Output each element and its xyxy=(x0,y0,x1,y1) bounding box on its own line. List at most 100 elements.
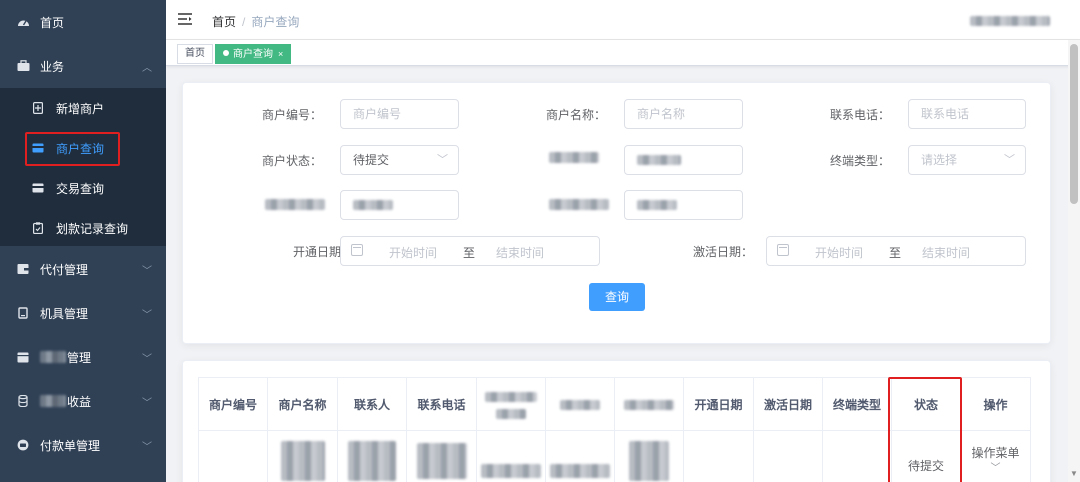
table-cell-redacted xyxy=(267,430,338,482)
tag-label: 商户查询 xyxy=(233,49,273,60)
sidebar-item-label: 新增商户 xyxy=(56,101,105,116)
table-cell-redacted xyxy=(337,430,407,482)
tag-label: 首页 xyxy=(185,48,205,59)
column-header-redacted xyxy=(545,377,615,431)
table-cell xyxy=(683,430,754,482)
redacted-text xyxy=(40,351,66,363)
query-button[interactable]: 查询 xyxy=(589,283,645,311)
sidebar: 首页 业务 ︿ 新增商户 商户查询 交易查询 划款记录查询 代付管理 ﹀ 机具管… xyxy=(0,0,166,482)
tag-home[interactable]: 首页 xyxy=(177,44,213,64)
status-label: 商户状态： xyxy=(261,154,322,168)
sidebar-item-income[interactable]: 收益 ﹀ xyxy=(0,379,166,423)
redacted-input[interactable] xyxy=(340,190,459,220)
column-header: 联系电话 xyxy=(406,377,477,431)
device-icon xyxy=(16,306,30,320)
chevron-down-icon: ﹀ xyxy=(437,154,448,166)
redacted-text xyxy=(40,395,66,407)
sidebar-item-label: 机具管理 xyxy=(40,306,89,321)
sidebar-item-label: 管理 xyxy=(67,350,92,365)
table-cell-redacted xyxy=(406,430,477,482)
chevron-down-icon: ﹀ xyxy=(142,265,152,277)
column-header: 联系人 xyxy=(337,377,407,431)
close-icon[interactable]: × xyxy=(278,49,283,59)
phone-input[interactable]: 联系电话 xyxy=(908,99,1026,129)
active-dot-icon xyxy=(223,50,229,56)
calendar-icon xyxy=(351,244,363,256)
breadcrumb: 首页 / 商户查询 xyxy=(212,13,299,30)
chevron-up-icon: ︿ xyxy=(142,62,152,74)
end-date-input[interactable]: 结束时间 xyxy=(496,244,544,261)
redacted-text xyxy=(637,200,677,210)
merchant-name-label: 商户名称： xyxy=(545,108,606,122)
merchant-no-label: 商户编号： xyxy=(261,108,322,122)
sidebar-item-add-merchant[interactable]: 新增商户 xyxy=(0,88,166,128)
top-navbar: 首页 / 商户查询 xyxy=(166,0,1080,40)
chevron-down-icon: ﹀ xyxy=(142,309,152,321)
table-cell xyxy=(198,430,268,482)
column-header: 操作 xyxy=(960,377,1031,431)
column-header: 开通日期 xyxy=(683,377,754,431)
ops-menu-button[interactable]: 操作菜单 xyxy=(971,446,1019,460)
open-date-label: 开通日期： xyxy=(292,245,353,259)
column-header: 商户名称 xyxy=(267,377,338,431)
folder-icon xyxy=(16,350,30,364)
redacted-input[interactable] xyxy=(624,145,743,175)
table-cell-redacted xyxy=(476,430,546,482)
column-header-redacted xyxy=(614,377,684,431)
sidebar-item-label: 业务 xyxy=(40,59,65,74)
chevron-down-icon: ﹀ xyxy=(142,353,152,365)
scroll-down-icon[interactable]: ▼ xyxy=(1070,469,1078,478)
breadcrumb-home[interactable]: 首页 xyxy=(212,15,236,29)
tags-view: 首页 商户查询 × xyxy=(166,40,1080,66)
clipboard-icon xyxy=(32,222,44,234)
chevron-down-icon: ﹀ xyxy=(1004,154,1015,166)
card-icon xyxy=(32,182,44,194)
page-scrollbar[interactable]: ▼ xyxy=(1068,40,1080,482)
sidebar-item-transaction-query[interactable]: 交易查询 xyxy=(0,168,166,208)
sidebar-item-business[interactable]: 业务 ︿ xyxy=(0,44,166,88)
menu-toggle-icon[interactable] xyxy=(178,13,192,25)
redacted-input[interactable] xyxy=(624,190,743,220)
activate-date-range[interactable]: 开始时间 至 结束时间 xyxy=(766,236,1026,266)
chevron-down-icon: ﹀ xyxy=(142,441,152,453)
activate-date-label: 激活日期： xyxy=(692,245,753,259)
merchant-no-input[interactable]: 商户编号 xyxy=(340,99,459,129)
sidebar-item-management[interactable]: 管理 ﹀ xyxy=(0,335,166,379)
range-separator: 至 xyxy=(463,246,476,260)
sidebar-item-payout[interactable]: 代付管理 ﹀ xyxy=(0,247,166,291)
ops-cell[interactable]: 操作菜单 ﹀ xyxy=(960,430,1031,482)
start-date-input[interactable]: 开始时间 xyxy=(389,244,437,261)
business-submenu: 新增商户 商户查询 交易查询 划款记录查询 xyxy=(0,88,166,246)
redacted-label xyxy=(549,152,599,163)
range-separator: 至 xyxy=(889,246,902,260)
sidebar-item-label: 交易查询 xyxy=(56,181,105,196)
column-header: 终端类型 xyxy=(822,377,892,431)
highlight-box xyxy=(25,132,120,166)
redacted-text xyxy=(637,155,681,165)
payment-icon xyxy=(16,438,30,452)
redacted-text xyxy=(353,200,393,210)
terminal-type-label: 终端类型： xyxy=(829,154,890,168)
sidebar-item-device[interactable]: 机具管理 ﹀ xyxy=(0,291,166,335)
add-document-icon xyxy=(32,102,44,114)
sidebar-item-transfer-record-query[interactable]: 划款记录查询 xyxy=(0,208,166,248)
end-date-input[interactable]: 结束时间 xyxy=(922,244,970,261)
user-info-redacted[interactable] xyxy=(970,16,1050,26)
sidebar-item-home[interactable]: 首页 xyxy=(0,0,166,44)
sidebar-item-label: 付款单管理 xyxy=(40,438,101,453)
calendar-icon xyxy=(777,244,789,256)
terminal-type-select[interactable]: 请选择 ﹀ xyxy=(908,145,1026,175)
tag-merchant-query[interactable]: 商户查询 × xyxy=(215,44,292,64)
redacted-label xyxy=(265,199,325,210)
status-select[interactable]: 待提交 ﹀ xyxy=(340,145,459,175)
redacted-label xyxy=(549,199,609,210)
merchant-name-input[interactable]: 商户名称 xyxy=(624,99,743,129)
table-cell-redacted xyxy=(614,430,684,482)
column-header: 激活日期 xyxy=(753,377,823,431)
start-date-input[interactable]: 开始时间 xyxy=(815,244,863,261)
sidebar-item-label: 代付管理 xyxy=(40,262,89,277)
open-date-range[interactable]: 开始时间 至 结束时间 xyxy=(340,236,600,266)
sidebar-item-payment-order[interactable]: 付款单管理 ﹀ xyxy=(0,423,166,467)
column-header-redacted xyxy=(476,377,546,431)
scrollbar-thumb[interactable] xyxy=(1070,44,1078,204)
